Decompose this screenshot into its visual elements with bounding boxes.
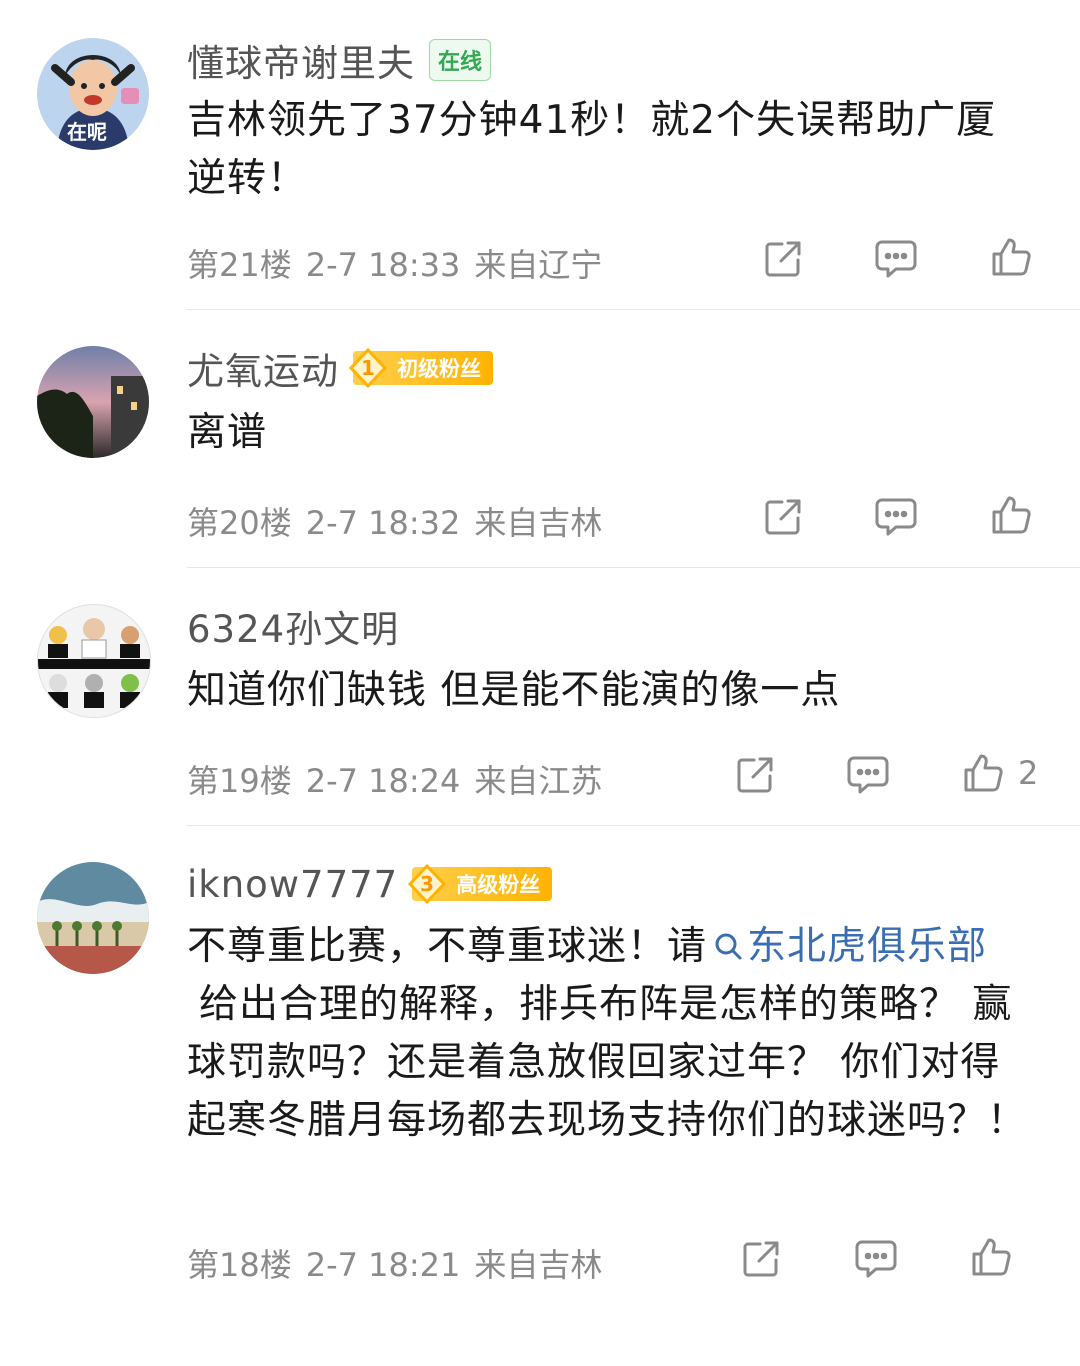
- avatar[interactable]: [37, 604, 151, 718]
- timestamp: 2-7 18:21: [305, 1246, 461, 1284]
- floor-number: 第21楼: [187, 246, 292, 284]
- timestamp: 2-7 18:24: [305, 762, 461, 800]
- badge-label: 初级粉丝: [397, 357, 481, 381]
- like-button[interactable]: [970, 1236, 1026, 1278]
- share-icon: [740, 1238, 782, 1280]
- share-icon: [762, 238, 804, 280]
- share-button[interactable]: [762, 496, 804, 538]
- comment-button[interactable]: [854, 1238, 898, 1280]
- like-button[interactable]: 2: [962, 752, 1038, 794]
- badge-level-icon: 1: [348, 347, 388, 389]
- share-button[interactable]: [740, 1238, 782, 1280]
- avatar[interactable]: [37, 346, 149, 458]
- share-button[interactable]: [734, 754, 776, 796]
- search-icon: [715, 933, 742, 960]
- floor-number: 第20楼: [187, 504, 292, 542]
- location: 来自辽宁: [474, 246, 603, 284]
- fan-badge: 3 高级粉丝: [408, 863, 553, 905]
- topic-link[interactable]: 东北虎俱乐部: [707, 924, 987, 969]
- username[interactable]: iknow7777: [187, 863, 398, 906]
- avatar[interactable]: 在呢: [37, 38, 149, 150]
- like-count: 2: [1018, 754, 1039, 792]
- like-button[interactable]: [990, 494, 1046, 536]
- username[interactable]: 6324孙文明: [187, 599, 399, 653]
- share-icon: [734, 754, 776, 796]
- topic-link-label: 东北虎俱乐部: [747, 924, 988, 969]
- timestamp: 2-7 18:33: [305, 246, 461, 284]
- floor-number: 第18楼: [187, 1246, 292, 1284]
- comment-button[interactable]: [846, 754, 890, 796]
- comment-meta: 第18楼 2-7 18:21 来自吉林: [187, 1240, 616, 1286]
- comment-item: iknow7777 3 高级粉丝 不尊重比赛，不尊重球迷！请 东北虎俱乐部给出合理…: [0, 826, 1080, 1366]
- comment-text-part: 不尊重比赛，不尊重球迷！请: [187, 924, 708, 969]
- comment-icon: [874, 496, 918, 538]
- avatar-caption: 在呢: [67, 120, 107, 144]
- location: 来自吉林: [474, 504, 603, 542]
- online-tag: 在线: [429, 39, 492, 81]
- share-button[interactable]: [762, 238, 804, 280]
- badge-level: 3: [420, 872, 434, 896]
- like-icon: [970, 1236, 1012, 1278]
- comment-button[interactable]: [874, 496, 918, 538]
- badge-level-icon: 3: [408, 863, 447, 905]
- share-icon: [762, 496, 804, 538]
- comment-text: 离谱: [187, 410, 268, 455]
- badge-level: 1: [361, 356, 375, 380]
- comment-meta: 第21楼 2-7 18:33 来自辽宁: [187, 240, 616, 286]
- comment-text: 不尊重比赛，不尊重球迷！请 东北虎俱乐部给出合理的解释，排兵布阵是怎样的策略？ 赢…: [187, 918, 1027, 1150]
- comment-text: 知道你们缺钱 但是能不能演的像一点: [187, 668, 841, 713]
- location: 来自吉林: [474, 1246, 603, 1284]
- like-icon: [962, 752, 1004, 794]
- avatar[interactable]: [37, 862, 149, 974]
- comment-button[interactable]: [874, 238, 918, 280]
- comment-item: 在呢 懂球帝谢里夫 在线 吉林领先了37分钟41秒！就2个失误帮助广厦逆转！ 第…: [0, 0, 1080, 310]
- comment-meta: 第20楼 2-7 18:32 来自吉林: [187, 498, 616, 544]
- comment-meta: 第19楼 2-7 18:24 来自江苏: [187, 756, 616, 802]
- comment-icon: [874, 238, 918, 280]
- like-icon: [990, 494, 1032, 536]
- like-button[interactable]: [990, 236, 1046, 278]
- fan-badge: 1 初级粉丝: [348, 347, 493, 389]
- badge-label: 高级粉丝: [456, 873, 541, 897]
- timestamp: 2-7 18:32: [305, 504, 461, 542]
- comment-text-part: 给出合理的解释，排兵布阵是怎样的策略？ 赢球罚款吗？还是着急放假回家过年？ 你们…: [187, 982, 1028, 1143]
- comment-item: 6324孙文明 知道你们缺钱 但是能不能演的像一点 第19楼 2-7 18:24 来…: [0, 568, 1080, 826]
- floor-number: 第19楼: [187, 762, 292, 800]
- username[interactable]: 懂球帝谢里夫: [187, 33, 415, 87]
- comment-text: 吉林领先了37分钟41秒！就2个失误帮助广厦逆转！: [187, 98, 997, 201]
- comment-item: 尤氧运动 1 初级粉丝 离谱 第20楼 2-7 18:32 来自吉林: [0, 310, 1080, 568]
- comment-icon: [846, 754, 890, 796]
- like-icon: [990, 236, 1032, 278]
- comment-icon: [854, 1238, 898, 1280]
- username[interactable]: 尤氧运动: [187, 341, 339, 395]
- location: 来自江苏: [474, 762, 603, 800]
